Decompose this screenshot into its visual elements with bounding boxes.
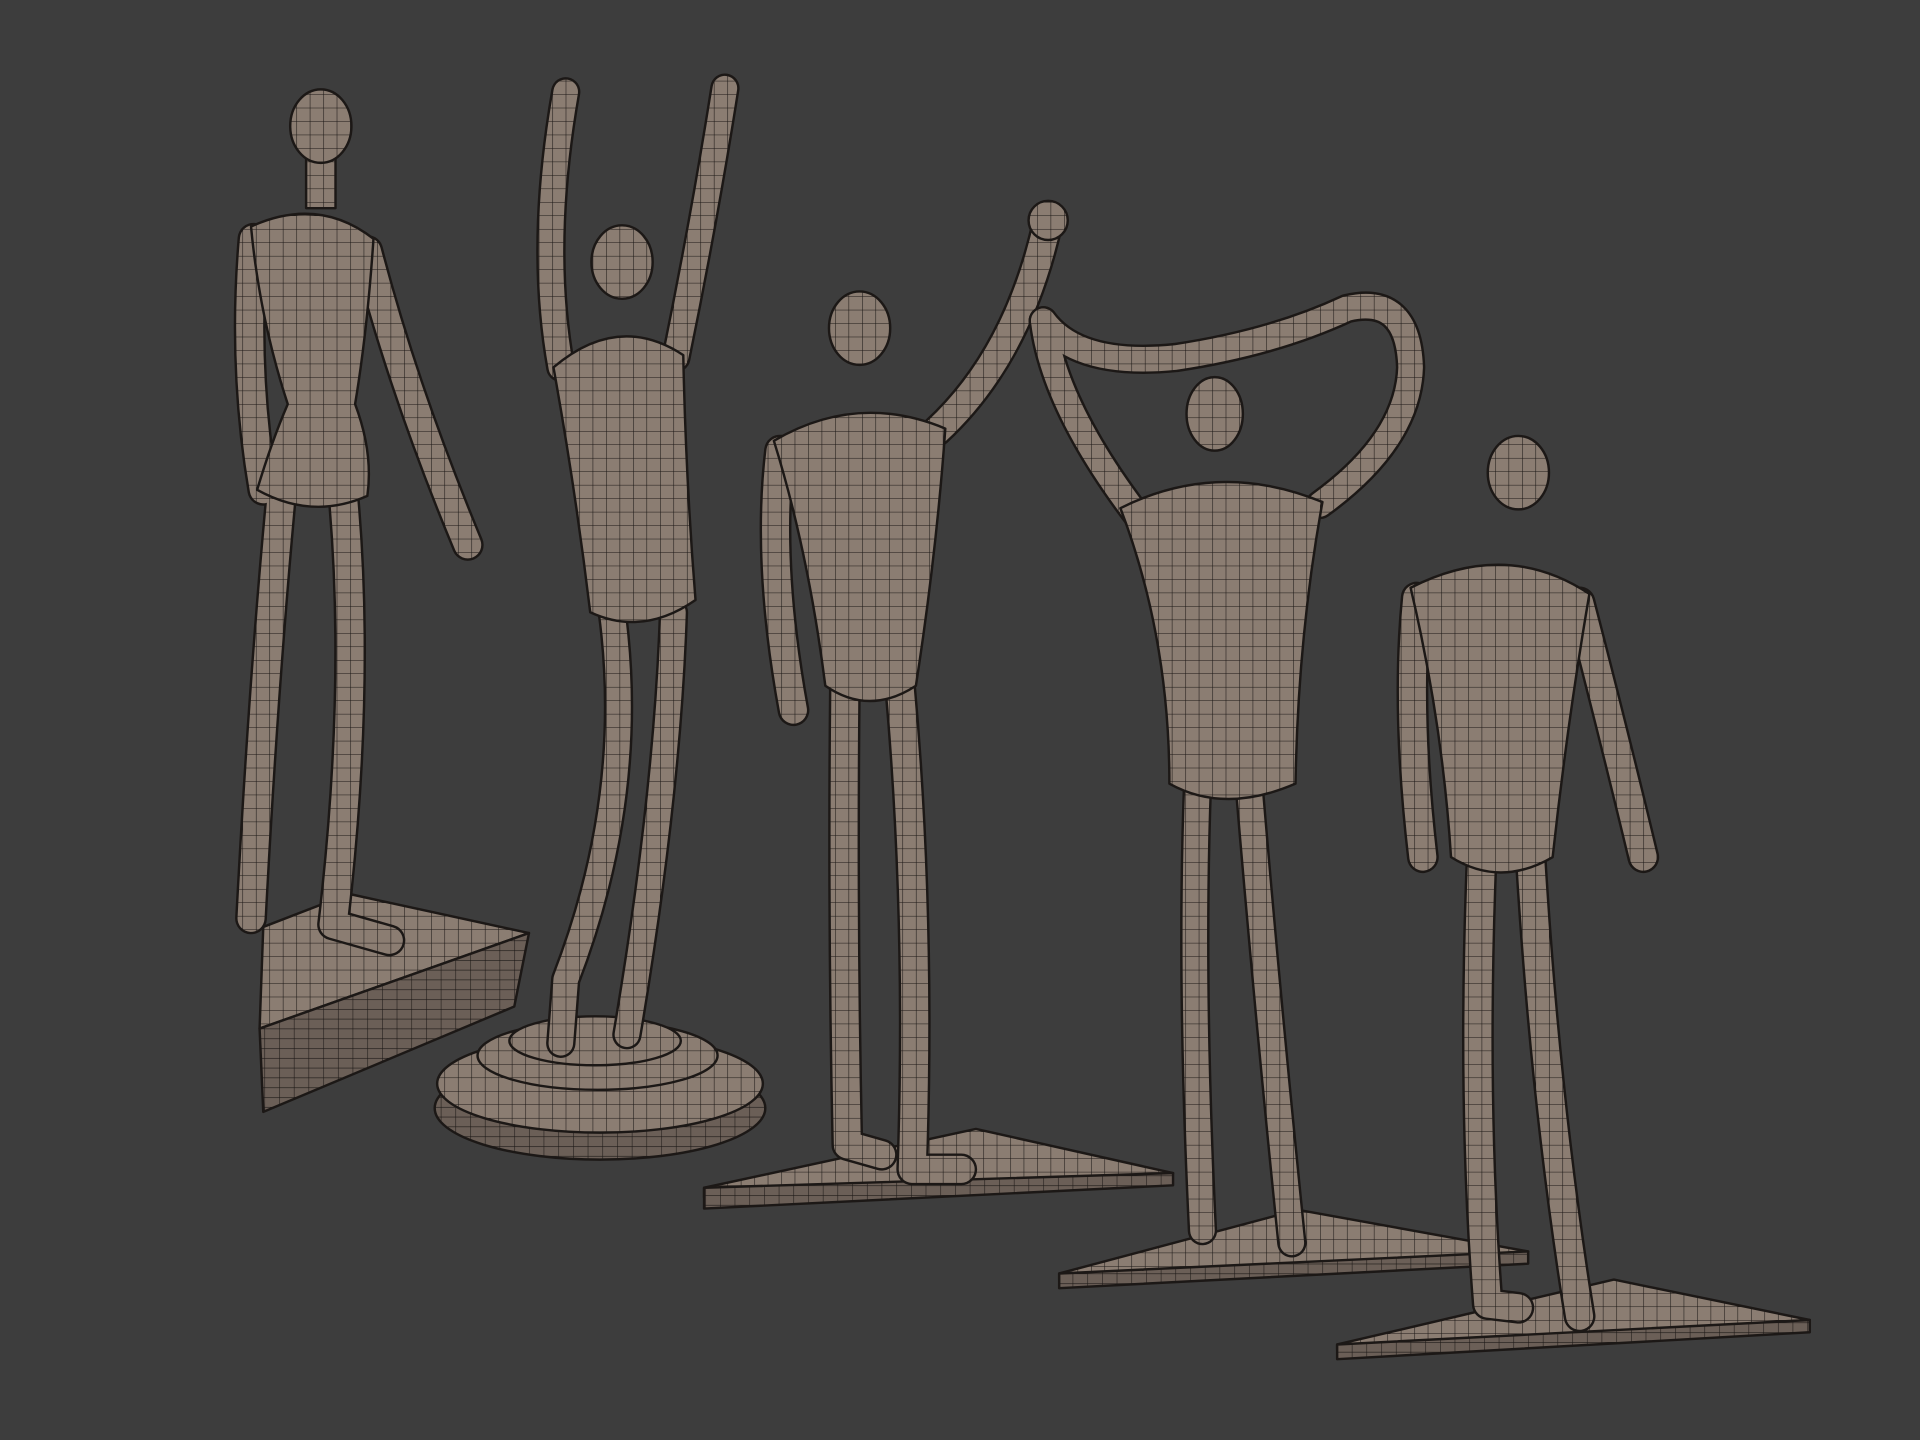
head: [1185, 375, 1245, 452]
viewport-3d-scene: [0, 0, 1920, 1440]
head: [288, 88, 353, 165]
head: [827, 290, 892, 367]
head: [1486, 434, 1551, 511]
head: [590, 224, 654, 300]
joined-hands: [1027, 199, 1069, 242]
